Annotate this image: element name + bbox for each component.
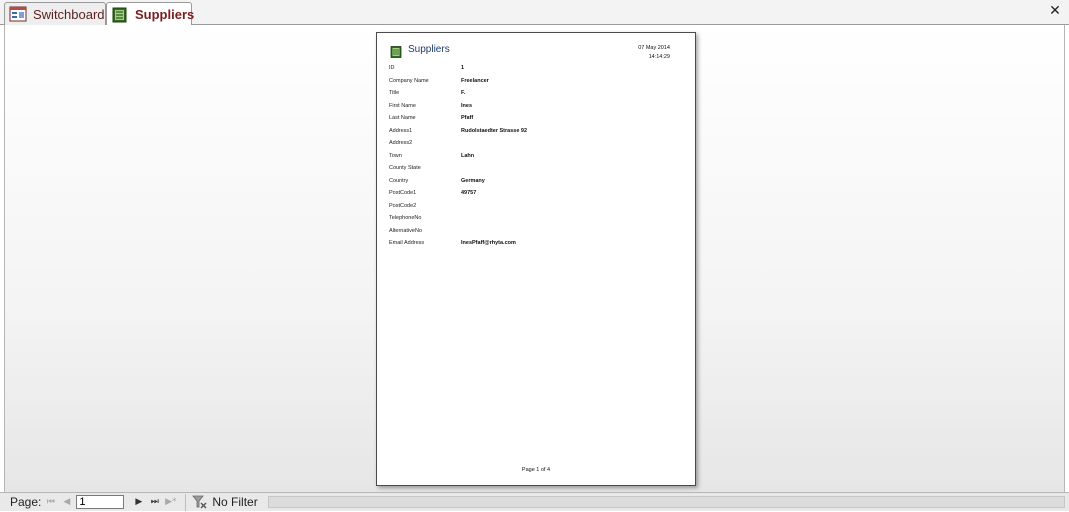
field-value: 49757 — [461, 190, 477, 196]
field-value: Germany — [461, 177, 485, 184]
field-value: InesPfaff@rhyta.com — [461, 240, 516, 246]
report-icon — [390, 45, 402, 58]
report-datetime: 07 May 2014 14:14:29 — [638, 44, 670, 62]
field-label: Address2 — [389, 140, 413, 146]
field-label: Town — [389, 152, 402, 159]
no-filter-icon — [192, 495, 208, 509]
field-value: 1 — [461, 65, 465, 71]
field-label: First Name — [389, 102, 416, 109]
field-value: F. — [461, 90, 466, 96]
tab-label: Suppliers — [135, 7, 195, 22]
first-page-button[interactable]: ⏮ — [44, 496, 57, 509]
field-label: ID — [389, 65, 395, 71]
field-value: Pfaff — [461, 115, 474, 121]
report-title: Suppliers — [408, 44, 450, 55]
field-value: Lahn — [461, 152, 475, 159]
document-tab-bar: Switchboard Suppliers ✕ — [0, 0, 1069, 26]
next-page-button[interactable]: ▶ — [132, 496, 145, 509]
horizontal-scrollbar[interactable] — [267, 496, 1065, 508]
page-number-input[interactable] — [76, 495, 125, 509]
tab-suppliers[interactable]: Suppliers — [106, 2, 195, 26]
report-icon — [111, 7, 129, 23]
record-navigation-bar: Page: ⏮ ◀ ▶ ⏭ ▶* No Filter — [0, 492, 1069, 511]
field-label: County State — [389, 165, 421, 171]
field-value: Ines — [461, 102, 473, 109]
field-label: TelephoneNo — [389, 215, 422, 221]
tab-label: Switchboard — [33, 6, 105, 22]
previous-page-button[interactable]: ◀ — [60, 496, 73, 509]
field-label: Address1 — [389, 127, 413, 134]
tab-switchboard[interactable]: Switchboard — [4, 2, 106, 25]
field-label: Company Name — [389, 77, 429, 84]
field-label: Last Name — [389, 115, 416, 121]
separator — [185, 493, 187, 511]
report-time: 14:14:29 — [648, 54, 670, 60]
field-label: PostCode2 — [389, 202, 417, 209]
report-page-footer: Page 1 of 4 — [521, 467, 551, 473]
field-label: AlternativeNo — [389, 227, 423, 234]
field-value: Rudolstaedter Strasse 92 — [461, 127, 528, 134]
new-record-button[interactable]: ▶* — [164, 496, 177, 509]
field-label: Country — [389, 177, 409, 184]
report-date: 07 May 2014 — [638, 45, 670, 51]
close-icon[interactable]: ✕ — [1047, 3, 1063, 19]
report-page: Suppliers 07 May 2014 14:14:29 ID 1 Compan… — [376, 32, 696, 486]
page-label: Page: — [10, 495, 42, 509]
filter-status[interactable]: No Filter — [212, 495, 257, 509]
field-value: Freelancer — [461, 77, 489, 84]
last-page-button[interactable]: ⏭ — [148, 496, 161, 509]
field-label: Title — [389, 90, 400, 96]
field-label: Email Address — [389, 240, 425, 246]
field-label: PostCode1 — [389, 190, 417, 196]
switchboard-icon — [9, 6, 27, 22]
